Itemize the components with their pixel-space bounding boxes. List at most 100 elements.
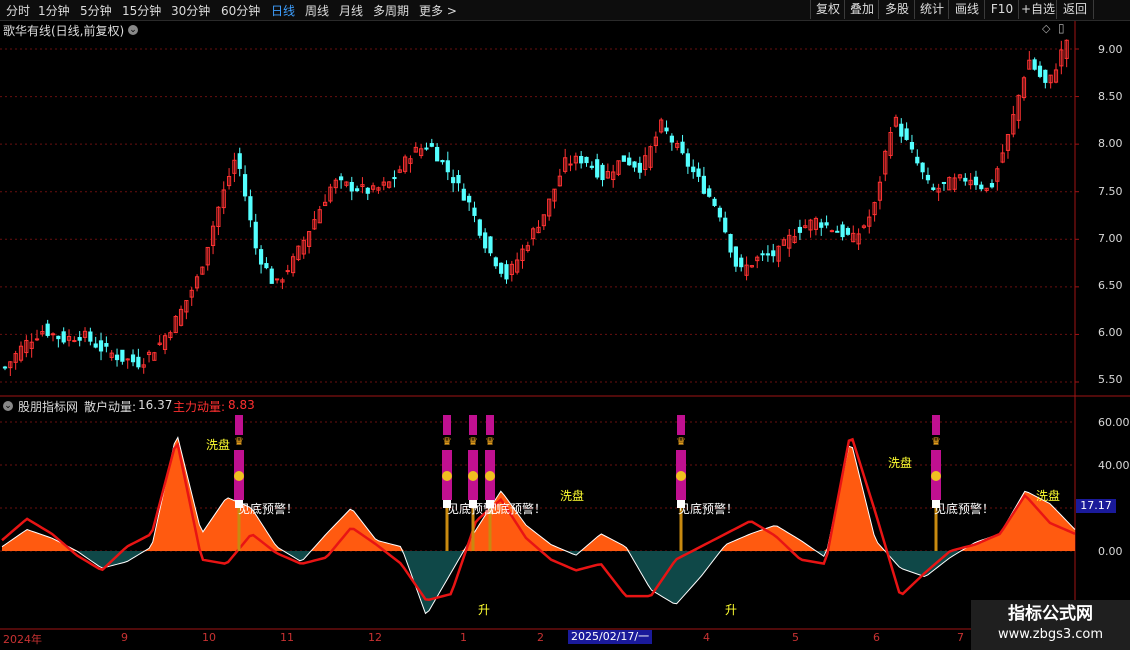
x-axis-label: 10 — [202, 631, 216, 644]
candle-body — [835, 230, 840, 233]
candle-body — [120, 349, 125, 362]
candle-body — [88, 331, 93, 342]
candle-body — [669, 135, 674, 143]
chart-canvas: ♛ ♛ ♛ ♛ ♛ ♛ — [0, 20, 1130, 630]
price-tick: 6.00 — [1098, 326, 1123, 339]
overlay-button[interactable]: 叠加 — [844, 0, 879, 19]
x-axis-label: 2024年 — [3, 633, 42, 646]
timeframe-tab-5min[interactable]: 5分钟 — [80, 2, 112, 19]
candle-body — [733, 246, 738, 267]
candle-body — [824, 222, 829, 226]
candle-body — [717, 207, 722, 218]
candle-body — [339, 176, 344, 181]
candle-body — [440, 160, 445, 163]
f10-button[interactable]: F10 — [984, 0, 1019, 19]
candle-body — [445, 160, 450, 173]
timeframe-tab-multi[interactable]: 多周期 — [373, 2, 409, 19]
candle-body — [845, 228, 851, 235]
timeframe-tab-daily[interactable]: 日线 — [271, 2, 295, 19]
timeframe-tab-60min[interactable]: 60分钟 — [221, 2, 260, 19]
candle-body — [723, 217, 728, 233]
candle-body — [589, 165, 594, 168]
candle-body — [909, 141, 915, 150]
crown-icon: ♛ — [442, 435, 452, 448]
candle-body — [701, 175, 706, 194]
bottom-warning-label: 见底预警！ — [678, 502, 739, 516]
candle-body — [973, 176, 979, 186]
candle-body — [797, 226, 803, 233]
stock-title: 歌华有线(日线,前复权) — [3, 24, 125, 38]
diamond-icon[interactable]: ◇ — [1042, 22, 1050, 35]
timeframe-tab-more[interactable]: 更多 > — [419, 2, 457, 19]
candle-body — [93, 343, 98, 348]
money-bag-icon — [442, 471, 452, 481]
signal-top — [235, 415, 243, 435]
current-value-badge: 17.17 — [1076, 499, 1116, 513]
timeframe-tab-monthly[interactable]: 月线 — [339, 2, 363, 19]
rise-signal-label: 升 — [478, 603, 491, 617]
wash-signal-label: 洗盘 — [560, 489, 585, 503]
wash-signal-label: 洗盘 — [1036, 489, 1061, 503]
retail-label: 散户动量: — [84, 400, 137, 414]
indicator-tick: 60.00 — [1098, 416, 1130, 429]
candle-body — [1037, 65, 1043, 77]
x-axis-label: 2 — [537, 631, 544, 644]
draw-line-button[interactable]: 画线 — [948, 0, 985, 19]
candle-body — [429, 143, 434, 147]
x-axis-label: 9 — [121, 631, 128, 644]
candle-body — [104, 343, 109, 347]
watermark: 指标公式网 www.zbgs3.com — [971, 600, 1130, 650]
panel-layout-icon[interactable]: ▯ — [1058, 21, 1065, 35]
price-tick: 8.00 — [1098, 137, 1123, 150]
candle-body — [77, 337, 82, 341]
signal-top — [443, 415, 451, 435]
watermark-url: www.zbgs3.com — [997, 627, 1104, 642]
candle-body — [477, 219, 482, 236]
timeframe-tab-1min[interactable]: 1分钟 — [38, 2, 70, 19]
candle-body — [424, 147, 429, 150]
candle-body — [920, 162, 925, 173]
price-tick: 7.00 — [1098, 232, 1123, 245]
money-bag-icon — [485, 471, 495, 481]
chevron-down-icon[interactable]: ⌄ — [3, 401, 13, 411]
add-favorite-button[interactable]: +自选 — [1018, 0, 1057, 19]
x-axis-label: 4 — [703, 631, 710, 644]
multi-stock-button[interactable]: 多股 — [878, 0, 915, 19]
candle-body — [34, 338, 40, 341]
statistics-button[interactable]: 统计 — [914, 0, 949, 19]
money-bag-icon — [468, 471, 478, 481]
candle-body — [56, 335, 61, 340]
timeframe-tab-30min[interactable]: 30分钟 — [171, 2, 210, 19]
candle-body — [61, 331, 66, 343]
candle-body — [285, 270, 290, 273]
candle-body — [712, 198, 717, 206]
timeframe-tab-15min[interactable]: 15分钟 — [122, 2, 161, 19]
candle-body — [136, 356, 141, 368]
candle-body — [1043, 69, 1048, 83]
candle-body — [499, 262, 504, 274]
money-bag-icon — [676, 471, 686, 481]
candle-body — [600, 164, 605, 181]
chevron-down-icon[interactable]: ⌄ — [128, 25, 138, 35]
main-label: 主力动量: — [173, 400, 226, 414]
candle-body — [680, 141, 685, 154]
candle-body — [765, 253, 771, 256]
timeframe-tab-intraday[interactable]: 分时 — [6, 2, 30, 19]
timeframe-tab-weekly[interactable]: 周线 — [305, 2, 329, 19]
x-axis-label: 6 — [873, 631, 880, 644]
back-button[interactable]: 返回 — [1056, 0, 1094, 19]
wash-signal-label: 洗盘 — [888, 456, 913, 470]
candle-body — [979, 184, 984, 190]
candle-body — [467, 195, 472, 203]
candle-body — [242, 174, 248, 197]
candle-body — [504, 264, 509, 280]
price-tick: 6.50 — [1098, 279, 1123, 292]
toolbar: 分时 1分钟 5分钟 15分钟 30分钟 60分钟 日线 周线 月线 多周期 更… — [0, 0, 1130, 21]
indicator-tick: 40.00 — [1098, 459, 1130, 472]
candle-body — [451, 177, 456, 184]
candle-body — [456, 175, 461, 184]
candle-body — [627, 157, 632, 166]
restore-rights-button[interactable]: 复权 — [810, 0, 845, 19]
price-tick: 5.50 — [1098, 373, 1123, 386]
candle-body — [707, 188, 712, 197]
